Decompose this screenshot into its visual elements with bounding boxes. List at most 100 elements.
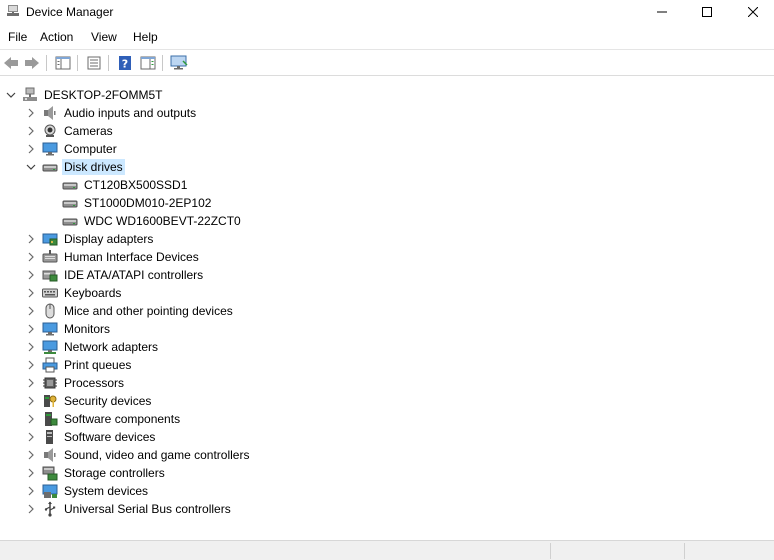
- ide-controller-icon: [42, 267, 58, 283]
- chevron-right-icon[interactable]: [26, 446, 36, 464]
- device-manager-app-icon: [6, 4, 20, 18]
- chevron-right-icon[interactable]: [26, 248, 36, 266]
- camera-icon: [42, 123, 58, 139]
- tree-root-label: DESKTOP-2FOMM5T: [44, 88, 163, 102]
- chevron-right-icon[interactable]: [26, 140, 36, 158]
- chevron-right-icon[interactable]: [26, 428, 36, 446]
- network-adapter-icon: [42, 339, 58, 355]
- monitor-icon: [42, 141, 58, 157]
- show-hide-console-tree-button[interactable]: [53, 53, 73, 73]
- console-tree-icon: [55, 56, 71, 70]
- tree-category-label: Audio inputs and outputs: [64, 106, 197, 120]
- chevron-right-icon[interactable]: [26, 230, 36, 248]
- close-button[interactable]: [730, 0, 774, 24]
- tree-category-human-interface-devices[interactable]: Human Interface Devices: [26, 248, 201, 266]
- tree-category-mice-and-other-pointing-devices[interactable]: Mice and other pointing devices: [26, 302, 235, 320]
- tree-category-security-devices[interactable]: Security devices: [26, 392, 153, 410]
- tree-category-label: Computer: [64, 142, 117, 156]
- status-bar-divider: [550, 543, 551, 559]
- tree-category-processors[interactable]: Processors: [26, 374, 126, 392]
- device-tree: DESKTOP-2FOMM5T Audio inputs and outputs…: [0, 77, 774, 540]
- svg-text:?: ?: [122, 58, 128, 71]
- chevron-right-icon[interactable]: [26, 374, 36, 392]
- tree-category-label: Print queues: [64, 358, 132, 372]
- tree-category-label: Sound, video and game controllers: [64, 448, 250, 462]
- back-button[interactable]: [1, 53, 21, 73]
- chevron-right-icon[interactable]: [26, 392, 36, 410]
- storage-controller-icon: [42, 465, 58, 481]
- maximize-icon: [702, 7, 712, 17]
- tree-category-label: Universal Serial Bus controllers: [64, 502, 231, 516]
- tree-category-disk-drives[interactable]: Disk drives: [26, 158, 125, 176]
- chevron-down-icon[interactable]: [26, 158, 36, 176]
- toolbar-separator: [108, 55, 109, 71]
- scan-hardware-button[interactable]: [169, 53, 189, 73]
- tree-category-display-adapters[interactable]: Display adapters: [26, 230, 155, 248]
- menu-file[interactable]: File: [8, 30, 27, 44]
- tree-device-wdc-wd1600bevt-22zct0[interactable]: WDC WD1600BEVT-22ZCT0: [62, 212, 243, 230]
- tree-category-software-devices[interactable]: Software devices: [26, 428, 157, 446]
- tree-category-label: Security devices: [64, 394, 152, 408]
- tree-device-st1000dm010-2ep102[interactable]: ST1000DM010-2EP102: [62, 194, 213, 212]
- tree-root-node[interactable]: DESKTOP-2FOMM5T: [6, 86, 164, 104]
- chevron-right-icon[interactable]: [26, 500, 36, 518]
- disk-drive-icon: [62, 195, 78, 211]
- arrow-right-icon: [25, 57, 39, 69]
- chevron-right-icon[interactable]: [26, 410, 36, 428]
- tree-device-label: ST1000DM010-2EP102: [84, 196, 212, 210]
- chevron-right-icon[interactable]: [26, 464, 36, 482]
- chevron-right-icon[interactable]: [26, 482, 36, 500]
- tree-category-label: Software components: [64, 412, 181, 426]
- security-key-icon: [42, 393, 58, 409]
- tree-category-monitors[interactable]: Monitors: [26, 320, 112, 338]
- chevron-right-icon[interactable]: [26, 338, 36, 356]
- chevron-right-icon[interactable]: [26, 356, 36, 374]
- status-bar: [0, 540, 774, 560]
- tree-device-ct120bx500ssd1[interactable]: CT120BX500SSD1: [62, 176, 189, 194]
- chevron-right-icon[interactable]: [26, 302, 36, 320]
- chevron-right-icon[interactable]: [26, 284, 36, 302]
- tree-category-cameras[interactable]: Cameras: [26, 122, 115, 140]
- action-pane-button[interactable]: [138, 53, 158, 73]
- maximize-button[interactable]: [684, 0, 730, 24]
- properties-icon: [87, 56, 101, 70]
- tree-category-label: Mice and other pointing devices: [64, 304, 233, 318]
- chevron-right-icon[interactable]: [26, 320, 36, 338]
- tree-category-audio-inputs-and-outputs[interactable]: Audio inputs and outputs: [26, 104, 198, 122]
- hid-icon: [42, 249, 58, 265]
- tree-category-system-devices[interactable]: System devices: [26, 482, 150, 500]
- tree-category-computer[interactable]: Computer: [26, 140, 119, 158]
- help-button[interactable]: ?: [115, 53, 135, 73]
- tree-category-label: Disk drives: [62, 159, 125, 175]
- status-bar-divider: [684, 543, 685, 559]
- tree-device-label: WDC WD1600BEVT-22ZCT0: [84, 214, 241, 228]
- tree-category-keyboards[interactable]: Keyboards: [26, 284, 123, 302]
- properties-button[interactable]: [84, 53, 104, 73]
- chevron-right-icon[interactable]: [26, 266, 36, 284]
- software-device-icon: [42, 429, 58, 445]
- tree-category-ide-ata-atapi-controllers[interactable]: IDE ATA/ATAPI controllers: [26, 266, 205, 284]
- tree-category-network-adapters[interactable]: Network adapters: [26, 338, 160, 356]
- toolbar: ?: [0, 49, 774, 76]
- chevron-right-icon[interactable]: [26, 122, 36, 140]
- menu-action[interactable]: Action: [40, 30, 73, 44]
- computer-network-icon: [22, 87, 38, 103]
- menu-view[interactable]: View: [91, 30, 117, 44]
- tree-category-label: Cameras: [64, 124, 113, 138]
- arrow-left-icon: [4, 57, 18, 69]
- tree-category-label: System devices: [64, 484, 149, 498]
- toolbar-separator: [162, 55, 163, 71]
- tree-category-storage-controllers[interactable]: Storage controllers: [26, 464, 167, 482]
- forward-button[interactable]: [22, 53, 42, 73]
- chevron-down-icon[interactable]: [6, 86, 16, 104]
- tree-category-sound-video-and-game-controllers[interactable]: Sound, video and game controllers: [26, 446, 251, 464]
- menu-help[interactable]: Help: [133, 30, 158, 44]
- tree-category-software-components[interactable]: Software components: [26, 410, 182, 428]
- title-bar: Device Manager: [0, 0, 774, 24]
- display-adapter-icon: [42, 231, 58, 247]
- chevron-right-icon[interactable]: [26, 104, 36, 122]
- tree-category-universal-serial-bus-controllers[interactable]: Universal Serial Bus controllers: [26, 500, 233, 518]
- minimize-button[interactable]: [639, 0, 685, 24]
- tree-category-print-queues[interactable]: Print queues: [26, 356, 133, 374]
- software-component-icon: [42, 411, 58, 427]
